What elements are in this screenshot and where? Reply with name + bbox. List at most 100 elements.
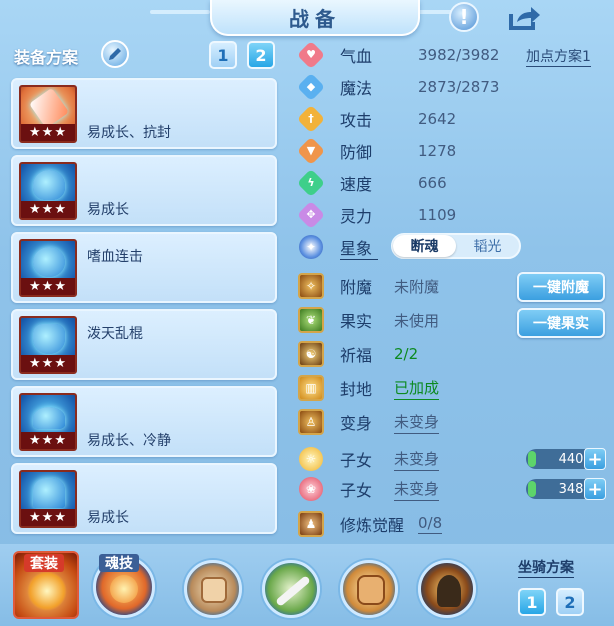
child-2-add-button[interactable]: + [584, 478, 606, 500]
skill-slot-3[interactable] [340, 560, 398, 618]
equipment-slot-2[interactable]: ★★★ 易成长 [11, 155, 277, 226]
blade-icon [275, 575, 311, 607]
header-ornament-left [150, 10, 210, 14]
warrior-icon [437, 575, 461, 607]
soul-skill-tag: 魂技 [99, 554, 139, 572]
stat-value: 1278 [418, 142, 457, 160]
edit-scheme-button[interactable] [101, 40, 129, 68]
belt-icon: ★★★ [19, 393, 77, 451]
pencil-icon [109, 48, 121, 60]
battle-prep-panel: 战备 ! 装备方案 1 2 ★★★ 易成长、抗封 ★★★ 易成长 ★★★ 嗜血连… [0, 0, 614, 626]
equipment-slot-4[interactable]: ★★★ 泼天乱棍 [11, 309, 277, 380]
extra-transform: ♙ 变身 未变身 [298, 408, 440, 436]
exclamation-icon: ! [459, 5, 469, 29]
extra-value: 2/2 [394, 345, 419, 363]
one-click-enchant-button[interactable]: 一键附魔 [517, 272, 605, 302]
equipment-slot-1[interactable]: ★★★ 易成长、抗封 [11, 78, 277, 149]
equip-scheme-1-button[interactable]: 1 [209, 41, 237, 69]
child-icon: ❀ [299, 477, 323, 501]
extra-value[interactable]: 已加成 [394, 377, 440, 400]
constellation-option-taoguang[interactable]: 韬光 [456, 235, 519, 257]
share-icon [509, 7, 540, 30]
stat-spirit: ✥ 灵力 1109 [296, 200, 457, 230]
extra-label: 果实 [340, 312, 373, 331]
necklace-icon: ★★★ [19, 239, 77, 297]
equipment-note: 易成长、冷静 [87, 433, 171, 449]
extra-child-2: ❀ 子女 未变身 [298, 475, 440, 503]
extra-value[interactable]: 未变身 [394, 411, 440, 434]
mount-scheme-1-button[interactable]: 1 [518, 588, 546, 616]
lightning-icon: ϟ [296, 168, 326, 198]
star-rating: ★★★ [21, 278, 75, 295]
equipment-slot-5[interactable]: ★★★ 易成长、冷静 [11, 386, 277, 457]
stat-value: 2642 [418, 110, 457, 128]
stat-label: 攻击 [340, 111, 373, 130]
mount-scheme-2-button[interactable]: 2 [556, 588, 584, 616]
fist-icon [201, 577, 227, 603]
skill-slot-1[interactable] [184, 560, 242, 618]
extra-label: 子女 [340, 451, 373, 470]
equip-scheme-2-button[interactable]: 2 [247, 41, 275, 69]
one-click-fruit-button[interactable]: 一键果实 [517, 308, 605, 338]
extra-value[interactable]: 未变身 [394, 478, 440, 501]
extra-cultivation: ♟ 修炼觉醒 0/8 [298, 510, 443, 538]
stat-value: 1109 [418, 206, 457, 224]
stat-hp: ♥ 气血 3982/3982 [296, 40, 499, 70]
punch-icon [357, 575, 385, 605]
suit-tag: 套装 [24, 554, 64, 572]
extra-value: 未附魔 [394, 277, 440, 296]
share-button[interactable] [507, 4, 543, 32]
stat-label: 气血 [340, 47, 373, 66]
extra-fengdi: ▥ 封地 已加成 [298, 374, 440, 402]
blessing-icon: ☯ [298, 341, 324, 367]
equipment-slot-6[interactable]: ★★★ 易成长 [11, 463, 277, 534]
fire-icon [110, 575, 138, 603]
child-1-add-button[interactable]: + [584, 448, 606, 470]
extra-label: 子女 [340, 481, 373, 500]
sword-icon: † [296, 104, 326, 134]
extra-value: 未使用 [394, 311, 440, 330]
extra-value[interactable]: 未变身 [394, 448, 440, 471]
extra-child-1: ☼ 子女 未变身 [298, 445, 440, 473]
equipment-slot-3[interactable]: ★★★ 嗜血连击 [11, 232, 277, 303]
child-icon: ☼ [299, 447, 323, 471]
stat-speed: ϟ 速度 666 [296, 168, 447, 198]
stat-attack: † 攻击 2642 [296, 104, 457, 134]
extra-value[interactable]: 0/8 [418, 514, 443, 534]
constellation-option-duanhun[interactable]: 断魂 [393, 235, 456, 257]
extra-enchant: ✧ 附魔 未附魔 [298, 272, 439, 300]
boots-icon: ★★★ [19, 470, 77, 528]
points-bar [528, 451, 536, 467]
shield-icon: ▼ [296, 136, 326, 166]
extra-label: 附魔 [340, 278, 373, 297]
helmet-icon: ★★★ [19, 162, 77, 220]
equipment-scheme-title: 装备方案 [14, 48, 79, 67]
stat-label: 灵力 [340, 207, 373, 226]
equipment-note: 嗜血连击 [87, 249, 143, 265]
heart-icon: ♥ [296, 40, 326, 70]
add-point-plan-link[interactable]: 加点方案1 [526, 46, 591, 67]
stat-label: 速度 [340, 175, 373, 194]
meditation-icon: ♟ [298, 511, 324, 537]
flame-icon [27, 571, 67, 611]
stat-value: 666 [418, 174, 447, 192]
extra-fruit: ❦ 果实 未使用 [298, 306, 439, 334]
castle-icon: ▥ [298, 375, 324, 401]
mount-scheme-title: 坐骑方案 [518, 557, 574, 578]
star-rating: ★★★ [21, 509, 75, 526]
extra-label: 祈福 [340, 346, 373, 365]
help-button[interactable]: ! [449, 2, 479, 32]
constellation-label: 星象 [340, 235, 378, 260]
skill-slot-2[interactable] [262, 560, 320, 618]
star-rating: ★★★ [21, 201, 75, 218]
equipment-note: 易成长、抗封 [87, 125, 171, 141]
star-rating: ★★★ [21, 124, 75, 141]
weapon-icon: ★★★ [19, 85, 77, 143]
transform-icon: ♙ [298, 409, 324, 435]
equipment-note: 易成长 [87, 202, 129, 218]
constellation-toggle: 断魂 韬光 [391, 233, 521, 259]
extra-blessing: ☯ 祈福 2/2 [298, 340, 418, 368]
stat-value: 2873/2873 [418, 78, 500, 96]
stat-defense: ▼ 防御 1278 [296, 136, 457, 166]
skill-slot-4[interactable] [418, 560, 476, 618]
